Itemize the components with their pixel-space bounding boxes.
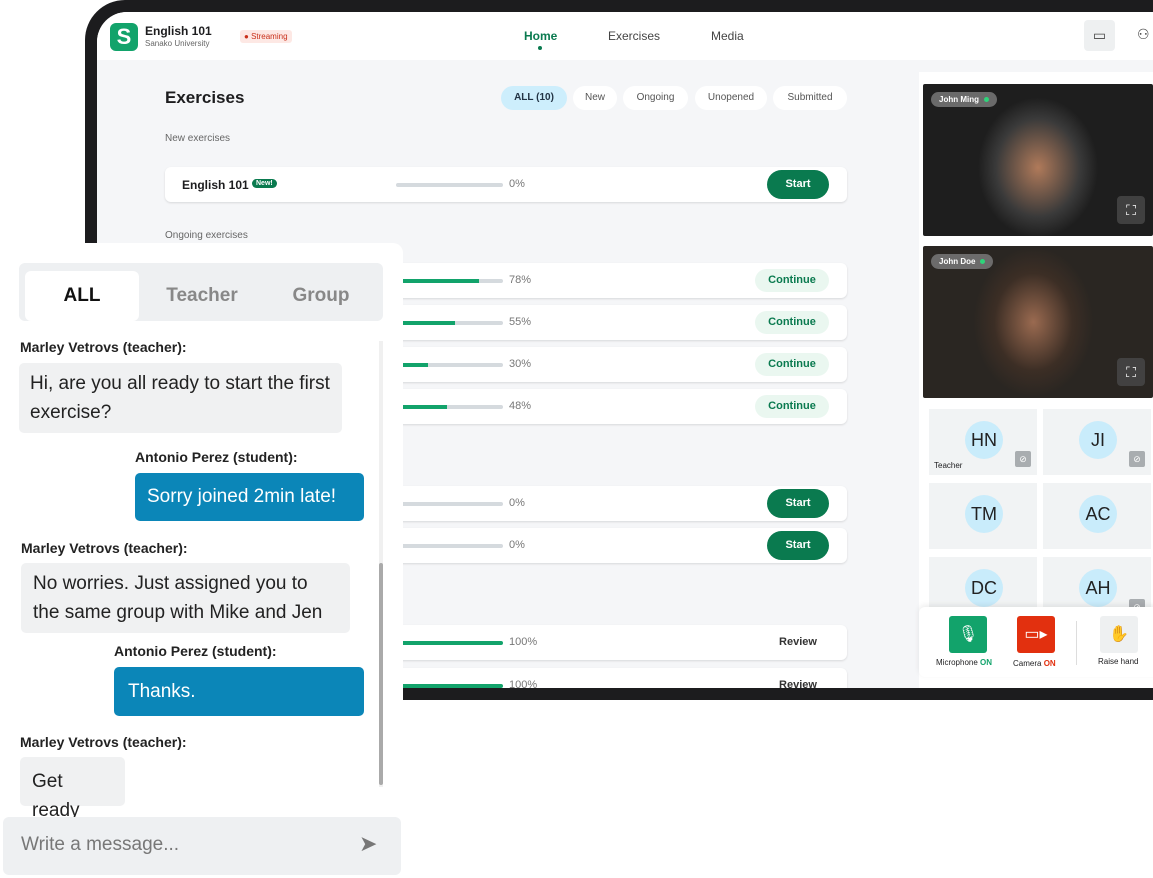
- continue-button[interactable]: Continue: [755, 353, 829, 376]
- progress-label: 78%: [509, 274, 532, 286]
- message-sender: Marley Vetrovs (teacher):: [21, 540, 188, 556]
- chat-tabs: ALL Teacher Group: [19, 263, 383, 321]
- message-sender: Marley Vetrovs (teacher):: [20, 734, 187, 750]
- microphone-button[interactable]: 🎙: [949, 616, 987, 653]
- progress-bar: [396, 321, 503, 325]
- active-indicator: [538, 46, 542, 50]
- participant-tile[interactable]: HN Teacher ⊘: [929, 409, 1037, 475]
- message-input[interactable]: Write a message... ➤: [3, 817, 401, 875]
- filter-new[interactable]: New: [573, 86, 617, 110]
- camera-button[interactable]: ▭▸: [1017, 616, 1055, 653]
- mic-muted-icon: ⊘: [1129, 451, 1145, 467]
- progress-bar: [396, 544, 503, 548]
- exercise-name: English 101: [182, 178, 249, 192]
- chat-message: Get ready: [20, 757, 125, 821]
- progress-bar: [396, 502, 503, 506]
- participant-tile[interactable]: TM: [929, 483, 1037, 549]
- role-label: Teacher: [934, 461, 963, 470]
- start-button[interactable]: Start: [767, 531, 829, 560]
- fullscreen-icon[interactable]: ⛶: [1117, 196, 1145, 224]
- progress-bar: [396, 641, 503, 645]
- avatar: TM: [965, 495, 1003, 533]
- continue-button[interactable]: Continue: [755, 311, 829, 334]
- chat-message: Sorry joined 2min late!: [135, 473, 364, 521]
- chat-tab-group[interactable]: Group: [263, 271, 379, 321]
- send-icon[interactable]: ➤: [359, 831, 377, 857]
- sanako-logo: S: [110, 23, 138, 51]
- course-title: English 101: [145, 24, 212, 38]
- filter-unopened[interactable]: Unopened: [695, 86, 767, 110]
- chat-scrollbar[interactable]: [379, 341, 383, 787]
- video-john-doe: John Doe ⛶: [923, 246, 1153, 398]
- status-text: Streaming: [251, 32, 288, 41]
- message-sender: Antonio Perez (student):: [114, 643, 277, 659]
- continue-button[interactable]: Continue: [755, 395, 829, 418]
- start-button[interactable]: Start: [767, 170, 829, 199]
- chat-tab-all[interactable]: ALL: [25, 271, 139, 321]
- filter-submitted[interactable]: Submitted: [773, 86, 847, 110]
- divider: [1076, 621, 1077, 665]
- message-placeholder: Write a message...: [21, 834, 180, 855]
- progress-bar: [396, 684, 503, 688]
- mic-muted-icon: ⊘: [1015, 451, 1031, 467]
- participant-name: John Ming: [931, 92, 997, 107]
- message-sender: Antonio Perez (student):: [135, 449, 298, 465]
- progress-label: 30%: [509, 358, 532, 370]
- progress-label: 55%: [509, 316, 532, 328]
- progress-label: 100%: [509, 636, 538, 648]
- raise-hand-button[interactable]: ✋: [1100, 616, 1138, 653]
- nav-exercises[interactable]: Exercises: [608, 29, 660, 43]
- progress-bar: [396, 183, 503, 187]
- chat-message: No worries. Just assigned you to the sam…: [21, 563, 350, 633]
- section-new: New exercises: [165, 133, 231, 144]
- avatar: AC: [1079, 495, 1117, 533]
- raise-hand-label: Raise hand: [1098, 657, 1139, 666]
- progress-bar: [396, 279, 503, 283]
- fullscreen-icon[interactable]: ⛶: [1117, 358, 1145, 386]
- chat-message: Hi, are you all ready to start the first…: [19, 363, 342, 433]
- chat-tab-teacher[interactable]: Teacher: [144, 271, 260, 321]
- video-panel: John Ming ⛶ John Doe ⛶ HN Teacher ⊘ JI ⊘ TM AC…: [919, 72, 1153, 688]
- progress-bar: [396, 405, 503, 409]
- progress-label: 48%: [509, 400, 532, 412]
- progress-bar: [396, 363, 503, 367]
- nav-home[interactable]: Home: [524, 29, 557, 43]
- avatar: DC: [965, 569, 1003, 607]
- participant-tile[interactable]: JI ⊘: [1043, 409, 1151, 475]
- progress-label: 0%: [509, 497, 525, 509]
- avatar: HN: [965, 421, 1003, 459]
- review-button[interactable]: Review: [767, 628, 829, 657]
- message-sender: Marley Vetrovs (teacher):: [20, 339, 187, 355]
- participant-tile[interactable]: AC: [1043, 483, 1151, 549]
- continue-button[interactable]: Continue: [755, 269, 829, 292]
- chat-icon[interactable]: ▭: [1084, 20, 1115, 51]
- nav-media[interactable]: Media: [711, 29, 744, 43]
- progress-label: 100%: [509, 679, 538, 688]
- chat-message: Thanks.: [114, 667, 364, 716]
- progress-label: 0%: [509, 539, 525, 551]
- review-button[interactable]: Review: [767, 671, 829, 688]
- video-john-ming: John Ming ⛶: [923, 84, 1153, 236]
- camera-label: Camera ON: [1013, 659, 1056, 668]
- org-name: Sanako University: [145, 39, 210, 48]
- top-header: S English 101 Sanako University ● Stream…: [97, 12, 1153, 60]
- section-ongoing: Ongoing exercises: [165, 230, 248, 241]
- page-title: Exercises: [165, 88, 245, 107]
- new-badge: New!: [252, 179, 277, 188]
- participant-name: John Doe: [931, 254, 994, 269]
- progress-label: 0%: [509, 178, 525, 190]
- start-button[interactable]: Start: [767, 489, 829, 518]
- mic-label: Microphone ON: [936, 658, 993, 667]
- avatar: JI: [1079, 421, 1117, 459]
- filter-ongoing[interactable]: Ongoing: [623, 86, 688, 110]
- avatar: AH: [1079, 569, 1117, 607]
- streaming-badge: ● Streaming: [240, 30, 292, 43]
- exercise-row[interactable]: English 101 New! 0% Start: [165, 167, 847, 202]
- call-controls: 🎙 Microphone ON ▭▸ Camera ON ✋ Raise han…: [919, 607, 1153, 677]
- filter-all[interactable]: ALL (10): [501, 86, 567, 110]
- chat-panel: ALL Teacher Group Marley Vetrovs (teache…: [0, 243, 403, 878]
- user-icon[interactable]: ⚇: [1137, 26, 1150, 43]
